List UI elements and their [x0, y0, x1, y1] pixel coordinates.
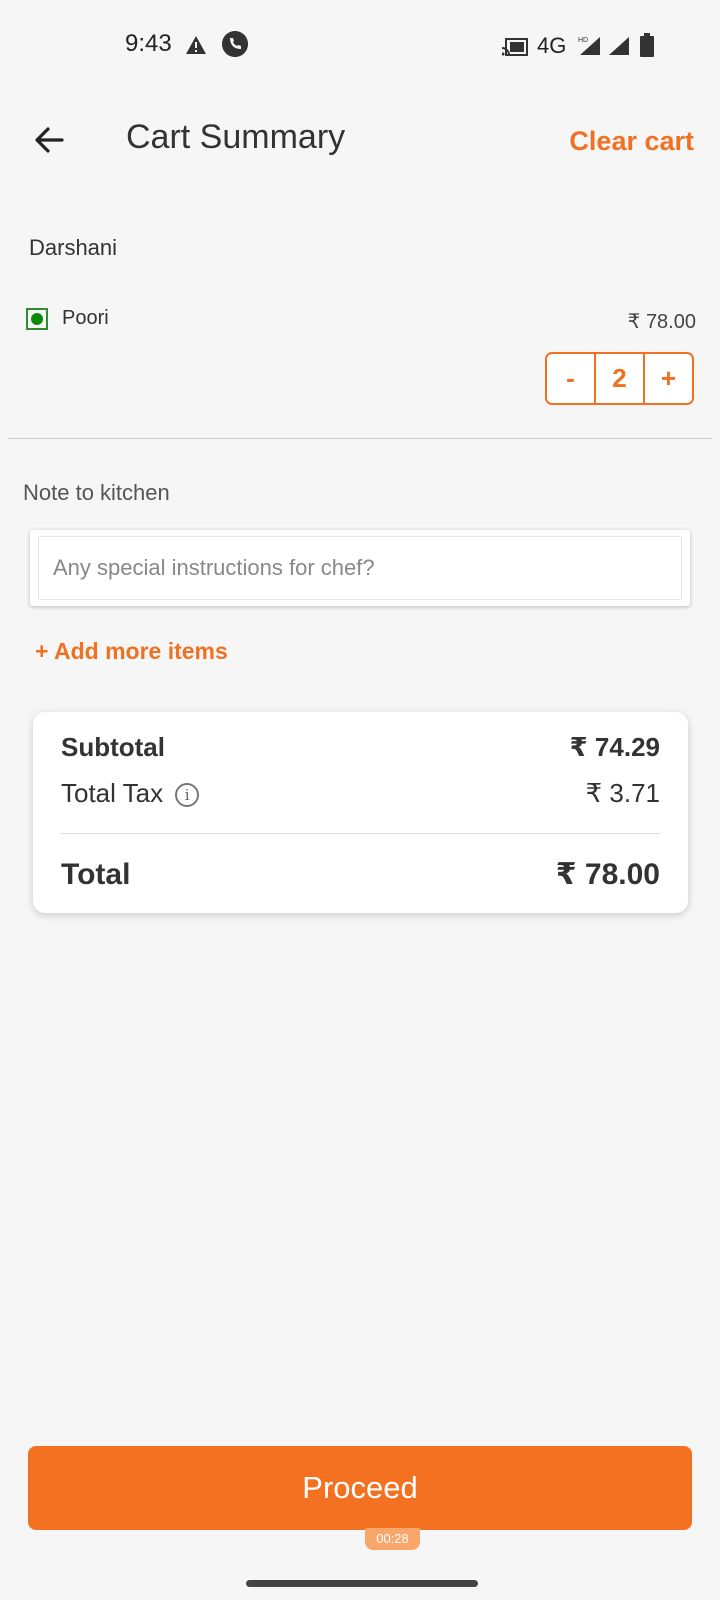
increment-button[interactable]: + — [645, 354, 692, 403]
tax-label-wrap: Total Tax — [61, 778, 200, 809]
add-more-items-link[interactable]: + Add more items — [35, 638, 228, 665]
network-type: 4G — [537, 33, 567, 58]
total-label: Total — [61, 857, 131, 891]
arrow-left-icon[interactable] — [28, 118, 72, 162]
hd-signal-icon: HD — [578, 37, 600, 55]
quantity-value: 2 — [594, 354, 645, 403]
tax-value: ₹ 3.71 — [585, 778, 660, 808]
status-time: 9:43 — [125, 30, 172, 57]
bill-summary-card: Subtotal ₹ 74.29 Total Tax ₹ 3.71 Total … — [33, 712, 688, 913]
note-label: Note to kitchen — [23, 480, 170, 505]
note-field-container — [30, 530, 690, 606]
veg-indicator-icon — [26, 308, 48, 330]
total-value: ₹ 78.00 — [555, 858, 660, 891]
divider — [8, 438, 712, 439]
item-name: Poori — [62, 307, 109, 329]
timer-badge: 00:28 — [365, 1528, 420, 1550]
warning-icon — [186, 36, 206, 54]
quantity-stepper: - 2 + — [545, 352, 694, 405]
tax-row: Total Tax ₹ 3.71 — [61, 778, 660, 809]
call-icon — [222, 31, 248, 57]
battery-icon — [640, 33, 654, 57]
proceed-button[interactable]: Proceed — [28, 1446, 692, 1530]
signal-icon — [609, 37, 629, 55]
note-input[interactable] — [38, 536, 682, 600]
info-icon[interactable] — [175, 783, 200, 808]
subtotal-value: ₹ 74.29 — [569, 732, 660, 762]
subtotal-label: Subtotal — [61, 732, 165, 762]
page-title: Cart Summary — [126, 118, 346, 156]
restaurant-name: Darshani — [29, 235, 118, 260]
clear-cart-button[interactable]: Clear cart — [569, 126, 694, 157]
decrement-button[interactable]: - — [547, 354, 594, 403]
cast-icon — [502, 38, 528, 56]
svg-text:HD: HD — [578, 37, 588, 44]
item-price: ₹ 78.00 — [627, 311, 696, 333]
bill-divider — [61, 833, 660, 834]
total-row: Total ₹ 78.00 — [61, 857, 660, 892]
home-indicator[interactable] — [246, 1580, 478, 1587]
subtotal-row: Subtotal ₹ 74.29 — [61, 732, 660, 763]
tax-label: Total Tax — [61, 778, 164, 808]
